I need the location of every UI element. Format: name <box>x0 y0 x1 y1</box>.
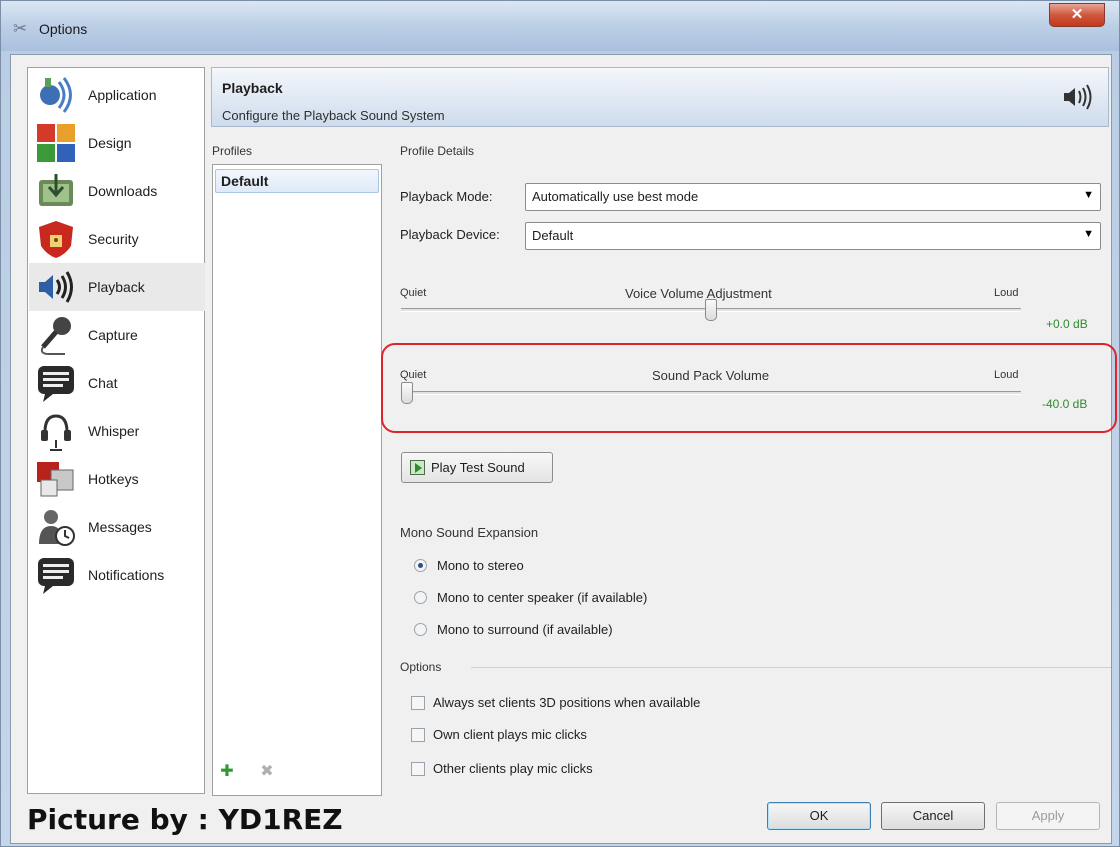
play-icon <box>410 460 425 475</box>
sidebar-item-design[interactable]: Design <box>29 119 205 167</box>
sidebar-item-label: Whisper <box>88 423 140 439</box>
playback-device-label: Playback Device: <box>400 227 500 242</box>
cancel-button[interactable]: Cancel <box>881 802 985 830</box>
page-subtitle: Configure the Playback Sound System <box>222 108 445 123</box>
whisper-icon <box>41 414 71 451</box>
playback-icon <box>39 271 73 303</box>
playback-mode-select[interactable]: Automatically use best mode ▼ <box>525 183 1101 211</box>
sound-pack-highlight <box>381 343 1117 433</box>
sidebar-item-label: Chat <box>88 375 118 391</box>
sidebar-item-label: Downloads <box>88 183 158 199</box>
security-icon <box>39 221 73 258</box>
voice-volume-max-label: Loud <box>994 287 1019 299</box>
checkbox-label: Other clients play mic clicks <box>433 761 593 776</box>
messages-icon <box>39 510 75 546</box>
sidebar-item-downloads[interactable]: Downloads <box>29 167 205 215</box>
radio-label: Mono to center speaker (if available) <box>437 590 648 605</box>
watermark-text: Picture by : YD1REZ <box>27 803 343 836</box>
design-icon <box>37 124 75 162</box>
options-divider <box>471 667 1111 668</box>
check-3d-positions[interactable]: Always set clients 3D positions when ava… <box>411 695 700 710</box>
sound-pack-volume-slider[interactable] <box>401 391 1021 395</box>
sound-pack-max-label: Loud <box>994 369 1019 381</box>
chevron-down-icon: ▼ <box>1083 228 1094 240</box>
application-icon <box>40 77 72 113</box>
page-title: Playback <box>222 80 283 96</box>
check-other-mic-clicks[interactable]: Other clients play mic clicks <box>411 761 593 776</box>
sidebar-item-label: Design <box>88 135 132 151</box>
notifications-icon <box>38 558 74 594</box>
sidebar-item-capture[interactable]: Capture <box>29 311 205 359</box>
page-header: Playback Configure the Playback Sound Sy… <box>211 67 1109 127</box>
ok-button[interactable]: OK <box>767 802 871 830</box>
playback-device-select[interactable]: Default ▼ <box>525 222 1101 250</box>
checkbox[interactable] <box>411 695 425 710</box>
sidebar-item-label: Capture <box>88 327 138 343</box>
sound-pack-value: -40.0 dB <box>1042 397 1088 411</box>
playback-mode-label: Playback Mode: <box>400 189 493 204</box>
options-window: ✂ Options ✕ Application Design Downloads… <box>0 0 1120 847</box>
sound-pack-title: Sound Pack Volume <box>652 368 770 383</box>
sidebar-item-hotkeys[interactable]: Hotkeys <box>29 455 205 503</box>
sidebar-item-playback[interactable]: Playback <box>29 263 205 311</box>
sidebar-item-messages[interactable]: Messages <box>29 503 205 551</box>
chat-icon <box>38 366 74 402</box>
speaker-icon <box>1064 84 1092 110</box>
radio-mono-center[interactable]: Mono to center speaker (if available) <box>414 590 647 605</box>
title-bar[interactable]: ✂ Options ✕ <box>1 1 1119 51</box>
sound-pack-min-label: Quiet <box>400 369 427 381</box>
play-test-sound-button[interactable]: Play Test Sound <box>401 452 553 483</box>
close-button[interactable]: ✕ <box>1049 3 1105 27</box>
sidebar-item-chat[interactable]: Chat <box>29 359 205 407</box>
category-list: Application Design Downloads Security Pl… <box>27 67 205 794</box>
play-test-sound-label: Play Test Sound <box>431 460 525 475</box>
chevron-down-icon: ▼ <box>1083 189 1094 201</box>
dialog-body: Application Design Downloads Security Pl… <box>10 54 1117 844</box>
radio-label: Mono to surround (if available) <box>437 622 613 637</box>
options-group-title: Options <box>400 660 442 674</box>
checkbox-label: Always set clients 3D positions when ava… <box>433 695 701 710</box>
voice-volume-slider-handle[interactable] <box>705 299 717 321</box>
sidebar-item-label: Messages <box>88 519 152 535</box>
mono-expansion-title: Mono Sound Expansion <box>400 525 539 540</box>
checkbox[interactable] <box>411 761 425 776</box>
playback-device-value: Default <box>532 228 574 243</box>
sidebar-item-notifications[interactable]: Notifications <box>29 551 205 599</box>
radio-button[interactable] <box>414 559 427 572</box>
microphone-icon <box>40 317 71 355</box>
radio-button[interactable] <box>414 623 427 636</box>
sound-pack-slider-handle[interactable] <box>401 382 413 404</box>
voice-volume-value: +0.0 dB <box>1046 317 1088 331</box>
sidebar-item-whisper[interactable]: Whisper <box>29 407 205 455</box>
profile-details-label: Profile Details <box>400 144 475 158</box>
apply-button[interactable]: Apply <box>996 802 1100 830</box>
sidebar-item-label: Playback <box>88 279 145 295</box>
voice-volume-min-label: Quiet <box>400 287 427 299</box>
sidebar-item-label: Notifications <box>88 567 165 583</box>
voice-volume-title: Voice Volume Adjustment <box>625 286 772 301</box>
radio-label: Mono to stereo <box>437 558 524 573</box>
downloads-icon <box>39 174 73 206</box>
checkbox[interactable] <box>411 727 425 742</box>
window-title: Options <box>39 21 88 37</box>
add-profile-button[interactable]: ✚ <box>216 761 238 783</box>
checkbox-label: Own client plays mic clicks <box>433 727 587 742</box>
check-own-mic-clicks[interactable]: Own client plays mic clicks <box>411 727 587 742</box>
radio-mono-stereo[interactable]: Mono to stereo <box>414 558 524 573</box>
sidebar-item-label: Hotkeys <box>88 471 139 487</box>
sidebar-item-application[interactable]: Application <box>29 71 205 119</box>
profiles-list: Default <box>212 164 382 796</box>
radio-button[interactable] <box>414 591 427 604</box>
tools-icon: ✂ <box>13 19 28 38</box>
sidebar-item-security[interactable]: Security <box>29 215 205 263</box>
radio-mono-surround[interactable]: Mono to surround (if available) <box>414 622 613 637</box>
hotkeys-icon <box>37 462 74 497</box>
sidebar-item-label: Application <box>88 87 157 103</box>
sidebar-item-label: Security <box>88 231 139 247</box>
remove-profile-button[interactable]: ✖ <box>256 761 278 783</box>
playback-mode-value: Automatically use best mode <box>532 189 699 204</box>
list-item[interactable]: Default <box>215 169 379 193</box>
profiles-label: Profiles <box>212 144 253 158</box>
